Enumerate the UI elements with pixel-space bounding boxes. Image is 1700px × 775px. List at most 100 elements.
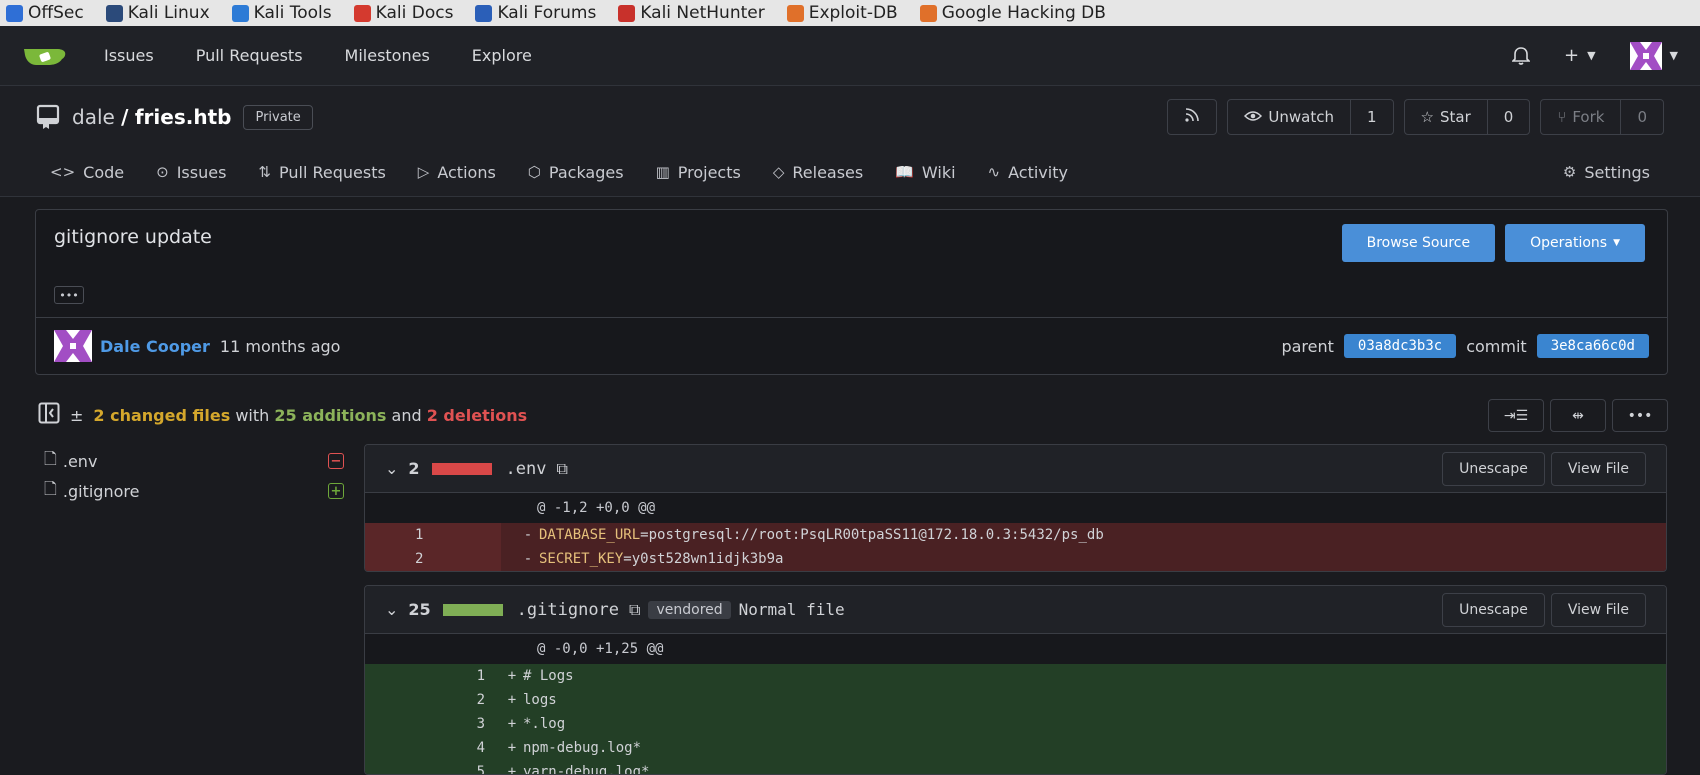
- operations-dropdown[interactable]: Operations ▼: [1505, 224, 1645, 262]
- unescape-button[interactable]: Unescape: [1442, 451, 1545, 486]
- tab-label: Projects: [677, 162, 741, 182]
- split-view-button[interactable]: ⇹: [1550, 399, 1606, 432]
- copy-icon[interactable]: ⧉: [629, 600, 640, 620]
- chevron-down-icon[interactable]: ⌄: [385, 459, 398, 478]
- file-tree: 🗋 .env − 🗋 .gitignore +: [44, 446, 344, 506]
- eye-icon: [1244, 108, 1263, 126]
- gitea-logo-icon[interactable]: [22, 43, 66, 69]
- diff-line-added: 2 + logs: [365, 688, 1666, 712]
- bell-icon[interactable]: [1511, 46, 1530, 66]
- watch-count[interactable]: 1: [1350, 100, 1393, 134]
- fork-count[interactable]: 0: [1620, 100, 1663, 134]
- diff-file-name: .env: [505, 458, 547, 479]
- star-icon: ☆: [1420, 108, 1434, 126]
- diff-file-gitignore: ⌄ 25 .gitignore ⧉ vendored Normal file U…: [364, 585, 1667, 775]
- tab-releases[interactable]: ◇ Releases: [773, 163, 863, 182]
- more-options-button[interactable]: •••: [1612, 399, 1668, 432]
- tab-label: Pull Requests: [278, 162, 386, 182]
- tab-projects[interactable]: ▥ Projects: [656, 163, 741, 182]
- nav-pull-requests[interactable]: Pull Requests: [196, 46, 303, 65]
- tab-packages[interactable]: ⬡ Packages: [528, 163, 624, 182]
- bookmark-item[interactable]: Kali Docs: [353, 3, 454, 23]
- issue-icon: ⊙: [156, 163, 169, 181]
- bookmark-item[interactable]: Kali NetHunter: [618, 3, 765, 23]
- additions-count: 25 additions: [274, 405, 387, 425]
- fork-button[interactable]: ⑂ Fork: [1541, 100, 1620, 134]
- commit-header: gitignore update ••• Browse Source Opera…: [35, 209, 1668, 375]
- new-line-number: 4: [476, 740, 485, 756]
- tab-code[interactable]: <> Code: [50, 163, 124, 182]
- top-navbar: Issues Pull Requests Milestones Explore …: [0, 26, 1700, 86]
- project-icon: ▥: [655, 163, 670, 181]
- author-avatar[interactable]: [54, 330, 92, 362]
- nethunter-icon: [618, 4, 636, 22]
- view-file-button[interactable]: View File: [1550, 451, 1646, 486]
- commit-sha[interactable]: 3e8ca66c0d: [1536, 334, 1649, 358]
- bookmark-item[interactable]: Kali Linux: [105, 3, 210, 23]
- browse-source-button[interactable]: Browse Source: [1341, 224, 1496, 262]
- file-added-icon: +: [328, 483, 344, 499]
- toggle-file-tree-icon[interactable]: [38, 402, 60, 428]
- code-icon: <>: [50, 163, 76, 181]
- repo-owner-link[interactable]: dale: [72, 105, 115, 129]
- diff-line-code: npm-debug.log*: [523, 740, 642, 756]
- file-deleted-icon: −: [328, 453, 344, 469]
- create-new-dropdown[interactable]: + ▼: [1564, 45, 1596, 66]
- repo-separator: /: [121, 105, 129, 129]
- repo-header: dale / fries.htb Private Unwatch 1 ☆ Sta…: [0, 86, 1700, 197]
- nav-issues[interactable]: Issues: [104, 46, 154, 65]
- tab-wiki[interactable]: 📖 Wiki: [895, 163, 955, 182]
- star-button[interactable]: ☆ Star: [1405, 100, 1487, 134]
- diff-sign: +: [507, 716, 517, 732]
- play-icon: ▷: [417, 163, 430, 181]
- diff-line-deleted: 1 - DATABASE_URL=postgresql://root:PsqLR00…: [365, 523, 1666, 547]
- copy-icon[interactable]: ⧉: [557, 459, 568, 479]
- tab-issues[interactable]: ⊙ Issues: [156, 163, 226, 182]
- author-link[interactable]: Dale Cooper: [100, 337, 210, 356]
- private-badge: Private: [243, 104, 313, 130]
- new-line-number: 2: [476, 692, 485, 708]
- stats-and: and: [391, 405, 422, 425]
- bookmark-label: Kali Linux: [127, 3, 210, 23]
- env-value: y0st528wn1idjk3b9a: [631, 551, 784, 567]
- whitespace-button[interactable]: ⇥☰: [1488, 399, 1544, 432]
- user-menu[interactable]: ▼: [1629, 41, 1678, 70]
- diff-changes-count: 25: [408, 600, 431, 619]
- tab-settings[interactable]: ⚙ Settings: [1563, 163, 1650, 182]
- bookmark-label: Kali Docs: [375, 3, 454, 23]
- rss-button[interactable]: [1167, 99, 1218, 135]
- unwatch-label: Unwatch: [1268, 108, 1334, 126]
- bookmark-item[interactable]: Google Hacking DB: [919, 3, 1106, 23]
- nav-milestones[interactable]: Milestones: [345, 46, 430, 65]
- indent-icon: ⇥☰: [1503, 407, 1529, 424]
- parent-sha-link[interactable]: 03a8dc3b3c: [1343, 334, 1457, 358]
- tab-actions[interactable]: ▷ Actions: [418, 163, 496, 182]
- env-key: SECRET_KEY: [539, 551, 624, 567]
- commit-body-toggle[interactable]: •••: [54, 286, 84, 304]
- nav-explore[interactable]: Explore: [472, 46, 532, 65]
- file-tree-item[interactable]: 🗋 .gitignore +: [44, 476, 344, 506]
- book-icon: 📖: [895, 163, 914, 181]
- bookmark-item[interactable]: Kali Tools: [231, 3, 332, 23]
- tab-label: Issues: [176, 162, 227, 182]
- hunk-header: @ -0,0 +1,25 @@: [537, 641, 664, 657]
- bookmark-item[interactable]: Kali Forums: [475, 3, 596, 23]
- bookmark-item[interactable]: OffSec: [6, 3, 84, 23]
- star-count[interactable]: 0: [1486, 100, 1530, 134]
- tab-activity[interactable]: ∿ Activity: [988, 163, 1068, 182]
- bookmark-label: Exploit-DB: [808, 3, 898, 23]
- tab-label: Activity: [1008, 162, 1068, 182]
- file-tree-item[interactable]: 🗋 .env −: [44, 446, 344, 476]
- repo-name-link[interactable]: fries.htb: [135, 105, 232, 129]
- kali-dragon-icon: [105, 4, 123, 22]
- diff-line-code: logs: [523, 692, 557, 708]
- view-file-button[interactable]: View File: [1550, 592, 1646, 627]
- avatar: [1629, 41, 1662, 70]
- bookmark-item[interactable]: Exploit-DB: [786, 3, 898, 23]
- parent-label: parent: [1281, 336, 1334, 356]
- file-icon: 🗋: [44, 478, 57, 498]
- tab-pull-requests[interactable]: ⇅ Pull Requests: [258, 163, 385, 182]
- unwatch-button[interactable]: Unwatch: [1228, 100, 1350, 134]
- unescape-button[interactable]: Unescape: [1442, 592, 1545, 627]
- chevron-down-icon[interactable]: ⌄: [385, 600, 398, 619]
